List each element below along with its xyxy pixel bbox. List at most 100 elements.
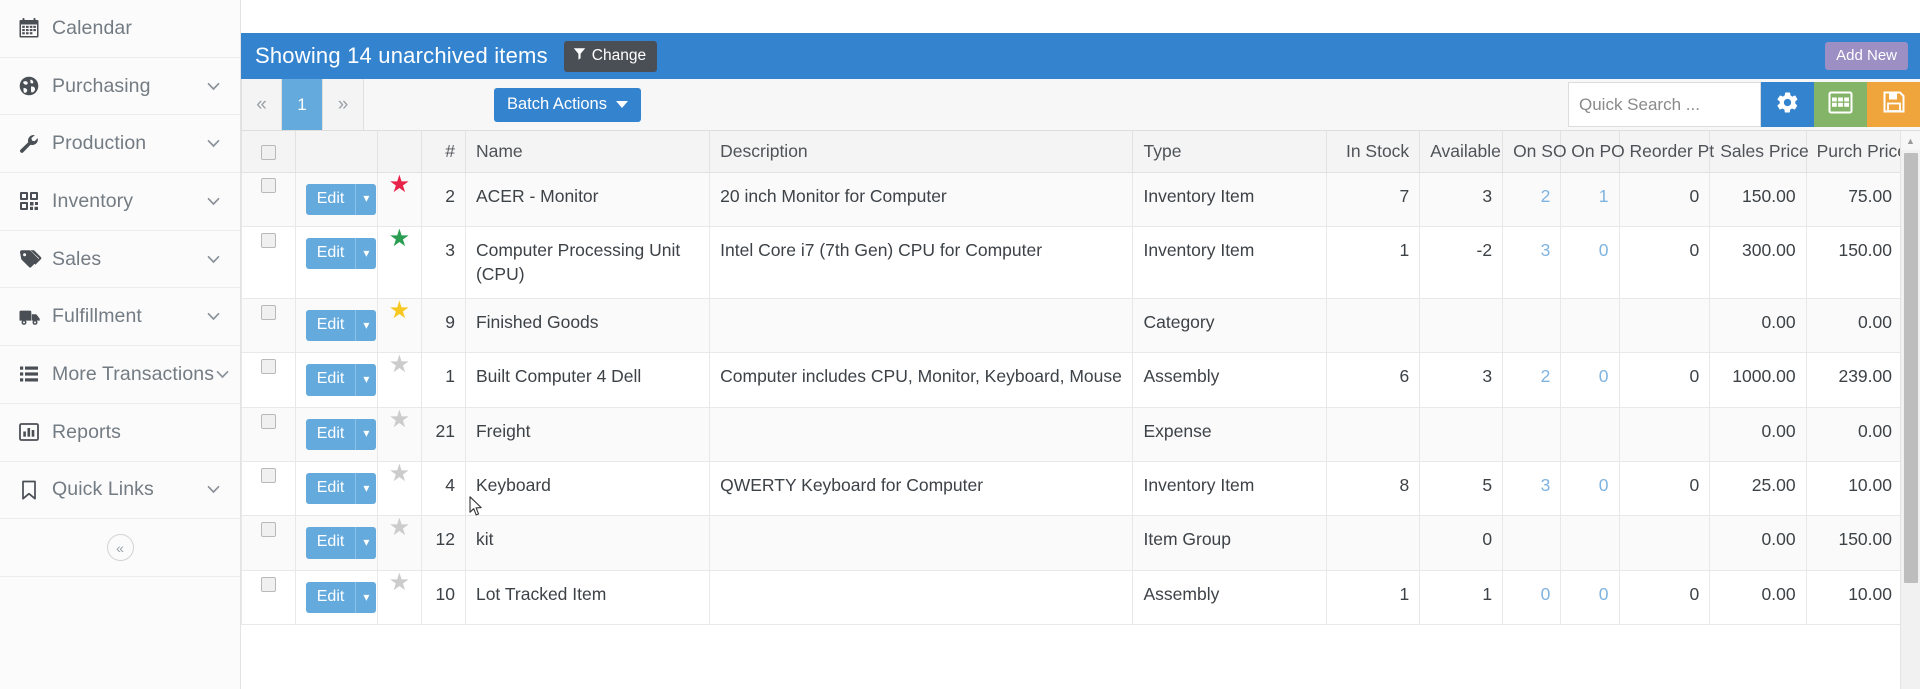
on-po-link[interactable]: 1: [1599, 186, 1609, 206]
chevron-down-icon[interactable]: ▾: [355, 581, 377, 614]
on-so-link[interactable]: 3: [1541, 240, 1551, 260]
row-favorite-cell[interactable]: ★: [376, 569, 423, 626]
chevron-down-icon[interactable]: ▾: [355, 418, 377, 451]
on-po-link[interactable]: 0: [1599, 240, 1609, 260]
header-number[interactable]: #: [421, 131, 466, 173]
header-sales-price[interactable]: Sales Price: [1709, 131, 1809, 173]
scroll-up-arrow[interactable]: ▲: [1901, 131, 1920, 150]
header-name[interactable]: Name: [464, 131, 711, 173]
header-on-po[interactable]: On PO: [1560, 131, 1625, 173]
chevron-down-icon[interactable]: ▾: [355, 309, 377, 342]
row-checkbox[interactable]: [260, 359, 276, 375]
grid-view-button[interactable]: [1814, 82, 1867, 127]
edit-button[interactable]: Edit ▾: [305, 418, 377, 451]
chevron-down-icon[interactable]: ▾: [355, 237, 377, 270]
on-po-link[interactable]: 0: [1599, 584, 1609, 604]
row-checkbox[interactable]: [260, 522, 276, 538]
on-po-link[interactable]: 0: [1599, 366, 1609, 386]
vertical-scrollbar[interactable]: ▲: [1900, 131, 1920, 689]
chevron-down-icon[interactable]: ▾: [355, 183, 377, 215]
save-button[interactable]: [1867, 82, 1920, 127]
chevron-down-icon[interactable]: ▾: [355, 527, 377, 559]
star-icon[interactable]: ★: [389, 353, 411, 377]
star-icon[interactable]: ★: [389, 570, 411, 595]
row-favorite-cell[interactable]: ★: [376, 406, 423, 463]
header-available[interactable]: Available: [1419, 131, 1504, 173]
edit-button[interactable]: Edit ▾: [305, 364, 377, 396]
scrollbar-thumb[interactable]: [1904, 153, 1918, 583]
sidebar-item-more-transactions[interactable]: More Transactions: [0, 346, 240, 404]
star-icon[interactable]: ★: [389, 407, 411, 432]
star-icon[interactable]: ★: [389, 462, 411, 486]
on-so-link[interactable]: 2: [1541, 186, 1551, 206]
edit-button[interactable]: Edit ▾: [305, 527, 377, 559]
change-filter-button[interactable]: Change: [563, 40, 658, 72]
edit-button[interactable]: Edit ▾: [305, 237, 377, 270]
on-so-link[interactable]: 3: [1541, 475, 1551, 495]
row-checkbox[interactable]: [260, 178, 276, 194]
row-checkbox[interactable]: [260, 576, 276, 592]
sidebar-item-quick-links[interactable]: Quick Links: [0, 461, 240, 520]
table-row[interactable]: Edit ▾ ★ 3 Computer Processing Unit (CPU) Int…: [241, 225, 1904, 299]
row-favorite-cell[interactable]: ★: [376, 461, 423, 517]
edit-button[interactable]: Edit ▾: [305, 183, 377, 215]
on-so-link[interactable]: 2: [1541, 366, 1551, 386]
edit-button[interactable]: Edit ▾: [305, 473, 377, 505]
table-row[interactable]: Edit ▾ ★ 9 Finished Goods Category 0.00 0.00: [241, 297, 1904, 354]
on-so-link[interactable]: 0: [1541, 584, 1551, 604]
sidebar-collapse-button[interactable]: «: [106, 534, 134, 562]
star-icon[interactable]: ★: [389, 226, 411, 251]
row-favorite-cell[interactable]: ★: [376, 515, 423, 571]
select-all-checkbox[interactable]: [260, 144, 276, 160]
row-edit-cell: Edit ▾: [294, 171, 378, 227]
header-type[interactable]: Type: [1132, 131, 1328, 173]
sidebar-item-reports[interactable]: Reports: [0, 403, 240, 462]
row-favorite-cell[interactable]: ★: [376, 297, 423, 354]
header-description[interactable]: Description: [709, 131, 1134, 173]
add-new-button[interactable]: Add New: [1825, 42, 1908, 70]
row-checkbox[interactable]: [260, 232, 276, 248]
header-reorder-pt[interactable]: Reorder Pt: [1618, 131, 1714, 173]
sidebar-item-inventory[interactable]: Inventory: [0, 173, 240, 231]
row-checkbox[interactable]: [260, 467, 276, 483]
sidebar-item-production[interactable]: Production: [0, 115, 240, 174]
row-favorite-cell[interactable]: ★: [376, 225, 423, 299]
pagination-prev[interactable]: «: [241, 79, 282, 130]
header-purch-price[interactable]: Purch Price: [1805, 131, 1907, 173]
pagination-next[interactable]: »: [323, 79, 364, 130]
chevron-down-icon[interactable]: ▾: [355, 364, 377, 396]
sidebar-item-fulfillment[interactable]: Fulfillment: [0, 288, 240, 347]
table-row[interactable]: Edit ▾ ★ 21 Freight Expense 0.00 0.00: [241, 406, 1904, 463]
row-available-cell: 3: [1419, 171, 1504, 227]
table-row[interactable]: Edit ▾ ★ 2 ACER - Monitor 20 inch Monitor for…: [241, 171, 1904, 227]
row-in-stock-cell: 1: [1326, 225, 1421, 299]
sidebar-item-sales[interactable]: Sales: [0, 230, 240, 289]
table-row[interactable]: Edit ▾ ★ 12 kit Item Group 0 0.00 150.00: [241, 515, 1904, 571]
row-edit-cell: Edit ▾: [294, 352, 378, 408]
chevron-down-icon[interactable]: ▾: [355, 473, 377, 505]
star-icon[interactable]: ★: [389, 516, 411, 540]
settings-gear-button[interactable]: [1761, 82, 1814, 127]
header-on-so[interactable]: On SO: [1502, 131, 1567, 173]
sidebar-item-calendar[interactable]: Calendar: [0, 0, 240, 58]
pagination-page-1[interactable]: 1: [282, 79, 323, 130]
row-select-cell: [241, 569, 296, 626]
table-row[interactable]: Edit ▾ ★ 1 Built Computer 4 Dell Computer inc…: [241, 352, 1904, 408]
edit-button[interactable]: Edit ▾: [305, 309, 377, 342]
star-icon[interactable]: ★: [389, 298, 411, 323]
quick-search-input[interactable]: [1568, 82, 1761, 127]
edit-button[interactable]: Edit ▾: [305, 581, 377, 614]
star-icon[interactable]: ★: [389, 172, 411, 197]
sidebar-item-purchasing[interactable]: Purchasing: [0, 57, 240, 116]
table-row[interactable]: Edit ▾ ★ 10 Lot Tracked Item Assembly 1 1 0 0 0 0.0…: [241, 569, 1904, 626]
row-favorite-cell[interactable]: ★: [376, 171, 423, 227]
row-number-cell: 12: [421, 515, 466, 571]
row-number-cell: 10: [421, 569, 466, 626]
header-in-stock[interactable]: In Stock: [1326, 131, 1421, 173]
row-favorite-cell[interactable]: ★: [376, 352, 423, 408]
table-row[interactable]: Edit ▾ ★ 4 Keyboard QWERTY Keyboard for Compu…: [241, 461, 1904, 517]
on-po-link[interactable]: 0: [1599, 475, 1609, 495]
row-checkbox[interactable]: [260, 304, 276, 320]
batch-actions-button[interactable]: Batch Actions: [494, 87, 641, 122]
row-checkbox[interactable]: [260, 413, 276, 429]
